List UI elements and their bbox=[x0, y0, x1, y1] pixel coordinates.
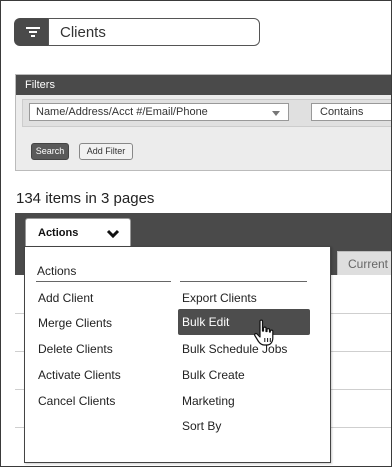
filter-menu-button[interactable] bbox=[14, 18, 52, 46]
actions-tab[interactable]: Actions bbox=[25, 218, 131, 248]
filters-panel: Filters Name/Address/Acct #/Email/Phone … bbox=[15, 74, 391, 171]
menu-item-activate-clients[interactable]: Activate Clients bbox=[38, 368, 121, 382]
filter-field-select[interactable]: Name/Address/Acct #/Email/Phone bbox=[29, 103, 289, 121]
menu-item-merge-clients[interactable]: Merge Clients bbox=[38, 316, 112, 330]
item-count: 134 items in 3 pages bbox=[16, 190, 155, 207]
page-title-box: Clients bbox=[48, 18, 260, 46]
filter-operator-select[interactable]: Contains bbox=[311, 103, 391, 121]
menu-item-bulk-create[interactable]: Bulk Create bbox=[182, 368, 245, 382]
page-title: Clients bbox=[60, 24, 106, 41]
filters-heading: Filters bbox=[25, 79, 55, 91]
actions-dropdown-menu: Actions Add Client Merge Clients Delete … bbox=[24, 246, 331, 463]
menu-item-cancel-clients[interactable]: Cancel Clients bbox=[38, 394, 115, 408]
actions-column-heading: Actions bbox=[37, 264, 77, 278]
app-frame: Clients Filters Name/Address/Acct #/Emai… bbox=[0, 0, 392, 467]
search-button[interactable]: Search bbox=[31, 143, 69, 160]
filters-header: Filters bbox=[16, 75, 391, 95]
menu-item-add-client[interactable]: Add Client bbox=[38, 291, 93, 305]
menu-item-bulk-edit[interactable]: Bulk Edit bbox=[178, 309, 310, 335]
hand-pointer-icon bbox=[254, 319, 274, 346]
add-filter-button[interactable]: Add Filter bbox=[79, 143, 133, 160]
chevron-down-icon bbox=[106, 229, 120, 239]
menu-item-export-clients[interactable]: Export Clients bbox=[182, 291, 257, 305]
dropdown-caret-icon bbox=[272, 111, 280, 116]
column-divider bbox=[36, 281, 171, 282]
tab-current[interactable]: Current bbox=[337, 251, 391, 275]
column-divider bbox=[180, 281, 307, 282]
filter-lines-icon bbox=[26, 27, 40, 37]
actions-tab-label: Actions bbox=[38, 227, 79, 239]
filter-row: Name/Address/Acct #/Email/Phone Contains bbox=[22, 99, 391, 127]
menu-item-delete-clients[interactable]: Delete Clients bbox=[38, 342, 113, 356]
menu-item-sort-by[interactable]: Sort By bbox=[182, 419, 221, 433]
menu-item-marketing[interactable]: Marketing bbox=[182, 394, 235, 408]
